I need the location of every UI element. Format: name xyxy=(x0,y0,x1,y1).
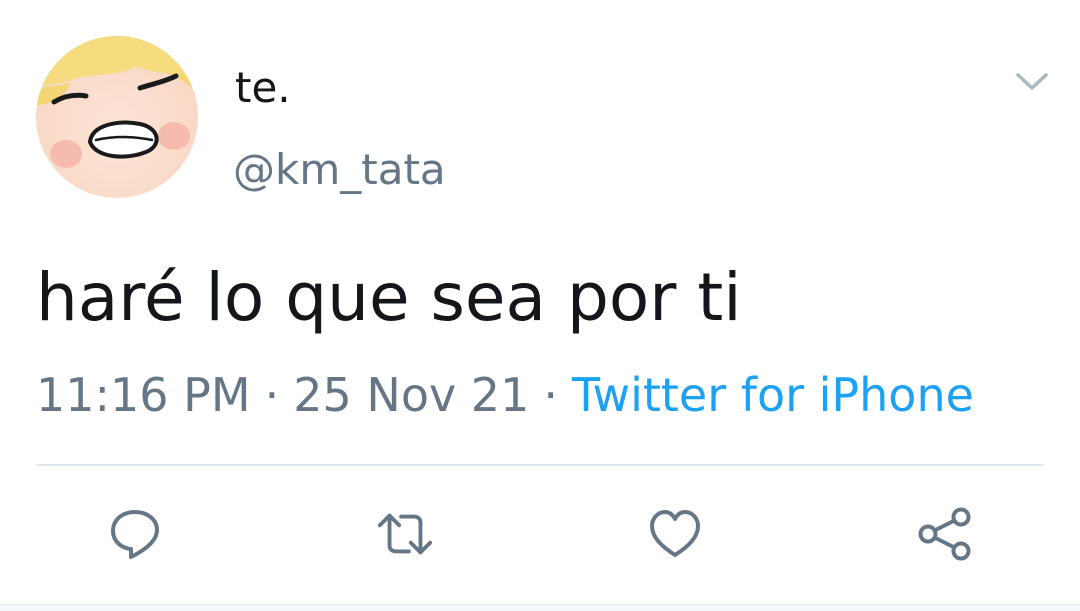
like-button[interactable] xyxy=(646,505,704,563)
tweet-menu-button[interactable] xyxy=(1012,64,1052,100)
tweet-time: 11:16 PM xyxy=(36,368,251,422)
reply-button[interactable] xyxy=(106,505,164,563)
tweet-source-link[interactable]: Twitter for iPhone xyxy=(572,368,974,422)
tweet-date: 25 Nov 21 xyxy=(293,368,530,422)
chevron-down-icon xyxy=(1016,73,1048,90)
share-icon xyxy=(918,507,971,561)
avatar[interactable] xyxy=(36,36,198,198)
tweet-card: te. @km_tata haré lo que sea por ti 11:1… xyxy=(0,0,1080,611)
divider xyxy=(36,464,1044,466)
display-name[interactable]: te. xyxy=(235,62,291,114)
retweet-icon xyxy=(377,513,433,555)
avatar-image xyxy=(36,36,198,198)
meta-separator: · xyxy=(264,368,280,422)
heart-icon xyxy=(650,510,700,557)
reply-icon xyxy=(111,510,159,559)
user-handle[interactable]: @km_tata xyxy=(233,144,446,196)
meta-separator: · xyxy=(543,368,558,422)
retweet-button[interactable] xyxy=(376,505,434,563)
share-button[interactable] xyxy=(916,505,974,563)
bottom-edge xyxy=(0,604,1080,611)
tweet-text: haré lo que sea por ti xyxy=(36,259,742,336)
tweet-meta: 11:16 PM · 25 Nov 21 · Twitter for iPhone xyxy=(36,366,974,424)
